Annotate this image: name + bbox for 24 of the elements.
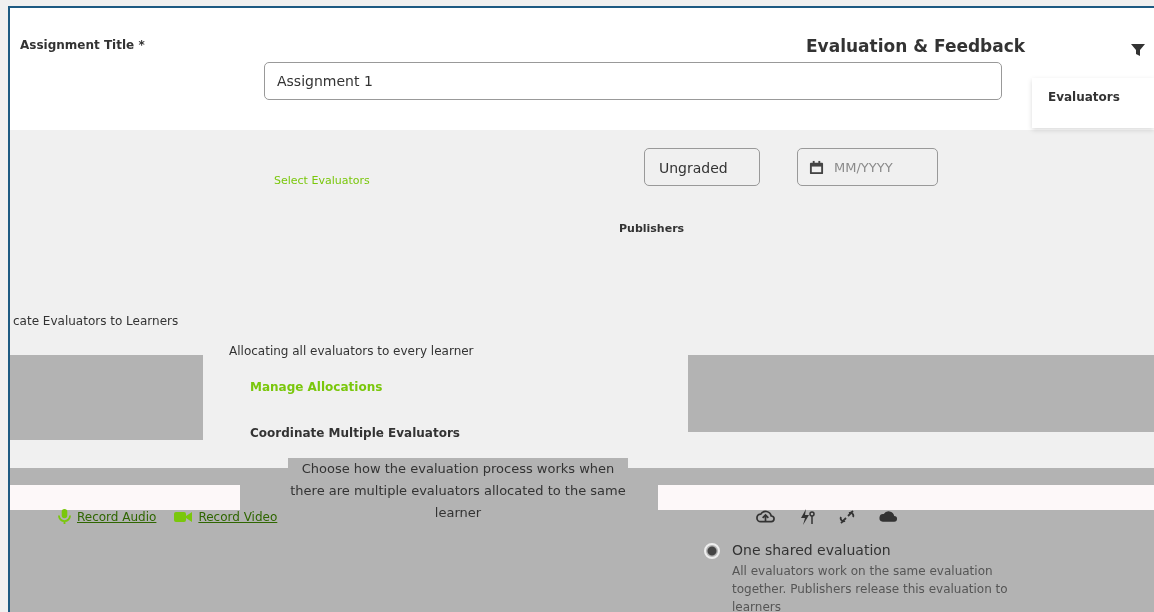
field-label: Assignment Title * — [20, 38, 145, 52]
link-icon[interactable] — [839, 509, 855, 525]
option-label: One shared evaluation — [732, 542, 892, 558]
section-label: Evaluators — [1048, 90, 1120, 104]
lightning-icon[interactable] — [799, 509, 815, 525]
video-camera-icon — [174, 510, 193, 523]
dialog-title: Coordinate Multiple Evaluators — [250, 426, 460, 440]
allocation-summary: Allocating all evaluators to every learner — [229, 344, 474, 358]
select-evaluators-link[interactable]: Select Evaluators — [274, 174, 370, 187]
microphone-icon — [58, 509, 71, 524]
panel-title: Evaluation & Feedback — [806, 36, 1026, 56]
record-video-link[interactable]: Record Video — [174, 509, 278, 524]
record-audio-link[interactable]: Record Audio — [58, 509, 157, 524]
filter-icon[interactable] — [1130, 42, 1146, 58]
section-label: Publishers — [619, 222, 685, 235]
input-field[interactable]: Assignment 1 — [264, 62, 1002, 100]
section-heading: cate Evaluators to Learners — [13, 314, 179, 328]
date-field[interactable]: MM/YYYY — [797, 148, 938, 186]
cloud-icon[interactable] — [879, 509, 898, 523]
option-description: All evaluators work on the same evaluation together. Publishers release this evaluation to learners — [732, 563, 1009, 612]
manage-allocations-link[interactable]: Manage Allocations — [250, 380, 383, 394]
cloud-upload-icon[interactable] — [756, 509, 775, 523]
grading-dropdown[interactable]: Ungraded — [644, 148, 760, 186]
calendar-icon — [809, 159, 824, 175]
